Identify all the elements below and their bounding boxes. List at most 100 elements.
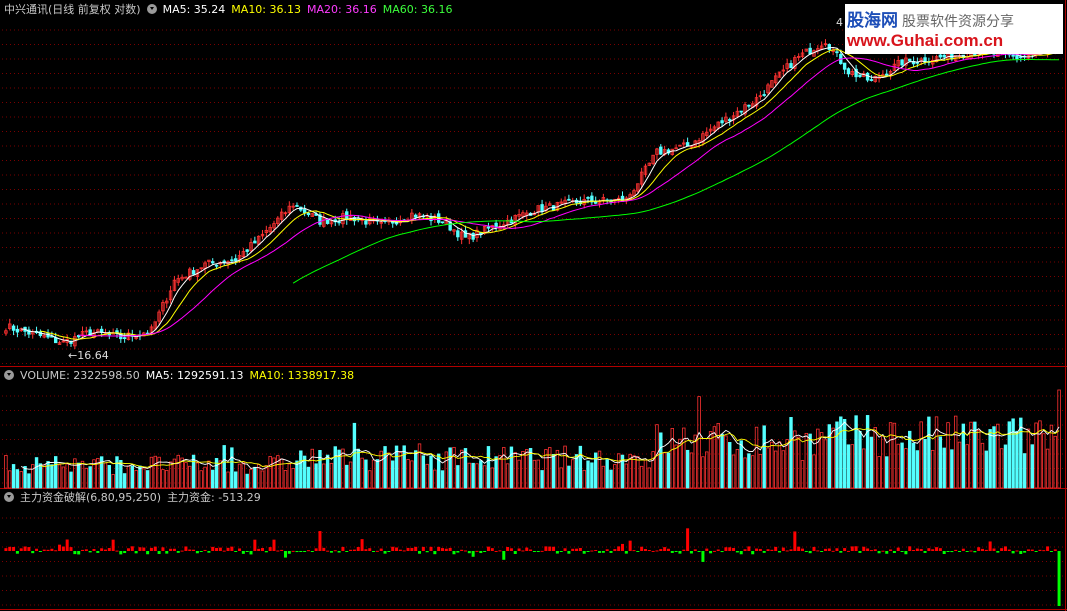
fund-bar-negative	[287, 551, 291, 554]
fund-bar-positive	[575, 548, 579, 551]
fund-bar-positive	[552, 546, 556, 551]
fund-bar-positive	[398, 549, 402, 551]
fund-bar-positive	[46, 549, 50, 551]
volume-bar	[34, 457, 39, 489]
volume-bar	[222, 445, 226, 489]
volume-bar	[528, 448, 533, 489]
fund-bar-positive	[605, 549, 609, 551]
fund-bar-positive	[705, 548, 709, 551]
volume-bar	[391, 460, 395, 489]
fund-bars[interactable]	[4, 528, 1061, 606]
volume-bar	[716, 423, 720, 489]
volume-bar	[345, 464, 349, 489]
fund-bar-negative	[996, 551, 1000, 553]
volume-bar	[237, 463, 242, 489]
volume-bar	[433, 469, 437, 489]
fund-bar-positive	[215, 547, 219, 551]
fund-bar-positive	[816, 550, 820, 552]
stock-title: 中兴通讯(日线 前复权 对数)	[4, 3, 141, 16]
fund-bar-positive	[506, 547, 510, 551]
candle-body	[230, 259, 234, 262]
volume-bar	[452, 446, 456, 489]
volume-bar	[498, 455, 502, 489]
fund-bar-positive	[800, 548, 804, 551]
volume-bar	[27, 473, 31, 489]
volume-bar	[731, 454, 736, 489]
fund-bar-positive	[908, 546, 912, 551]
fund-bar-positive	[548, 546, 552, 551]
volume-bar	[835, 421, 839, 489]
fund-bar-positive	[414, 546, 418, 551]
volume-bar	[708, 431, 713, 489]
volume-bar	[551, 454, 556, 489]
fund-bar-positive	[142, 547, 146, 551]
fund-bar-negative	[701, 551, 705, 562]
ma5-line	[21, 46, 1060, 343]
volume-bar	[735, 449, 740, 489]
candle-body	[720, 120, 724, 124]
volume-bar	[869, 436, 874, 489]
volume-bar	[103, 462, 108, 489]
fund-bar-positive	[107, 548, 111, 551]
volume-bar	[957, 441, 962, 489]
volume-bar	[387, 452, 391, 489]
volume-bar	[233, 471, 238, 489]
volume-bar	[230, 447, 234, 489]
fund-bar-positive	[280, 549, 284, 551]
fund-bar-positive	[257, 548, 261, 551]
stock-chart[interactable]	[0, 0, 1067, 611]
fund-bar-positive	[103, 549, 107, 551]
candle-body	[540, 204, 544, 213]
volume-bar	[1015, 430, 1019, 489]
volume-bar	[1053, 435, 1057, 489]
indicator-menu-icon[interactable]	[4, 492, 14, 502]
fund-bar-positive	[563, 548, 567, 551]
fund-bar-negative	[904, 551, 908, 555]
volume-bar	[961, 423, 966, 489]
fund-bar-positive	[406, 547, 410, 551]
fund-bar-negative	[636, 551, 640, 552]
volume-bar	[563, 445, 567, 489]
fund-bar-positive	[992, 548, 996, 551]
volume-menu-icon[interactable]	[4, 370, 14, 380]
fund-bar-negative	[176, 551, 180, 553]
volume-bar	[107, 465, 112, 489]
volume-bar	[69, 471, 73, 489]
candle-body	[306, 212, 311, 216]
fund-bar-positive	[391, 546, 395, 551]
fund-bar-negative	[195, 551, 199, 554]
fund-bar-positive	[115, 550, 119, 552]
fund-bar-positive	[980, 548, 984, 551]
fund-bar-negative	[958, 551, 962, 552]
volume-bar	[314, 463, 318, 489]
fund-bar-positive	[437, 546, 441, 551]
fund-bar-positive	[352, 549, 356, 551]
panel-menu-icon[interactable]	[146, 4, 157, 14]
fund-bar-positive	[395, 547, 399, 551]
volume-bar	[1007, 421, 1011, 489]
fund-bar-positive	[747, 546, 751, 551]
fund-bar-positive	[1030, 549, 1034, 551]
fund-bar-negative	[923, 551, 927, 553]
fund-bar-positive	[509, 548, 513, 551]
candle-body	[1019, 56, 1023, 59]
fund-bar-positive	[42, 549, 46, 551]
volume-bar	[130, 465, 134, 489]
fund-bar-negative	[1019, 551, 1023, 555]
volume-bar	[862, 448, 866, 489]
fund-bar-negative	[709, 551, 713, 554]
fund-bar-positive	[977, 547, 981, 551]
fund-bar-negative	[942, 551, 946, 555]
fund-bar-negative	[582, 551, 586, 554]
candlestick-series[interactable]	[4, 39, 1061, 350]
volume-bar	[643, 459, 648, 489]
fund-bar-negative	[513, 551, 517, 554]
volume-panel-header: VOLUME: 2322598.50 MA5: 1292591.13 MA10: 1…	[4, 369, 360, 383]
fund-bar-negative	[762, 551, 766, 553]
fund-bar-positive	[188, 549, 192, 551]
volume-bar	[762, 425, 766, 489]
ma10-label: MA10: 36.13	[231, 3, 302, 16]
volume-bar	[965, 444, 969, 489]
fund-bar-positive	[521, 550, 525, 552]
volume-bar	[808, 433, 812, 489]
